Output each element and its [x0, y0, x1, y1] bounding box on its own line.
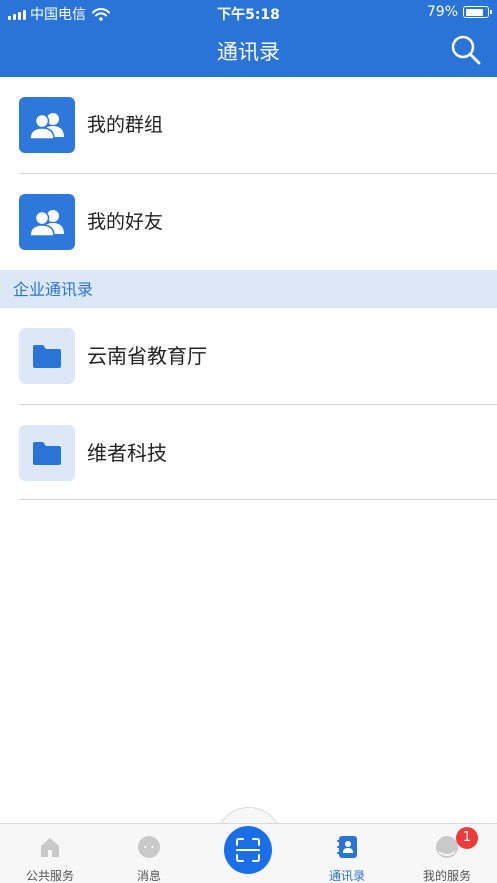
tab-my-services[interactable]: 我的服务: [402, 824, 492, 883]
message-icon: [138, 836, 160, 858]
list-item-friends[interactable]: 我的好友: [0, 174, 497, 270]
tab-messages[interactable]: 消息: [104, 824, 194, 883]
list-item-org[interactable]: 云南省教育厅: [0, 308, 497, 404]
search-button[interactable]: [449, 33, 483, 67]
folder-icon: [19, 425, 75, 481]
tab-contacts[interactable]: 通讯录: [302, 824, 392, 883]
notification-badge: 1: [456, 827, 478, 849]
battery-percent: 79%: [426, 4, 458, 20]
friends-icon: [19, 194, 75, 250]
top-bar: 中国电信 下午5:18 79% 通讯录: [0, 0, 497, 77]
battery-icon: [463, 6, 492, 18]
status-time: 下午5:18: [217, 7, 280, 23]
list-item-label: 维者科技: [87, 441, 167, 465]
list-item-label: 我的好友: [87, 211, 164, 233]
tab-label: 通讯录: [328, 869, 365, 883]
list-item-org[interactable]: 维者科技: [0, 405, 497, 501]
folder-icon: [19, 328, 75, 384]
scan-button[interactable]: [224, 826, 272, 874]
tab-label: 消息: [136, 869, 161, 883]
list-item-groups[interactable]: 我的群组: [0, 77, 497, 173]
tab-label: 公共服务: [25, 869, 74, 883]
scan-icon: [236, 838, 260, 862]
section-header: 企业通讯录: [0, 270, 497, 309]
contacts-icon: [337, 836, 357, 858]
page-title: 通讯录: [217, 40, 280, 64]
divider: [19, 499, 497, 500]
search-icon: [451, 35, 481, 65]
section-title: 企业通讯录: [13, 280, 94, 299]
tab-label: 我的服务: [422, 869, 471, 883]
group-icon: [19, 97, 75, 153]
list-item-label: 我的群组: [87, 114, 164, 136]
tab-public-services[interactable]: 公共服务: [5, 824, 95, 883]
list-item-label: 云南省教育厅: [87, 344, 207, 368]
status-bar: 中国电信 下午5:18 79%: [0, 0, 497, 26]
home-icon: [41, 838, 59, 857]
